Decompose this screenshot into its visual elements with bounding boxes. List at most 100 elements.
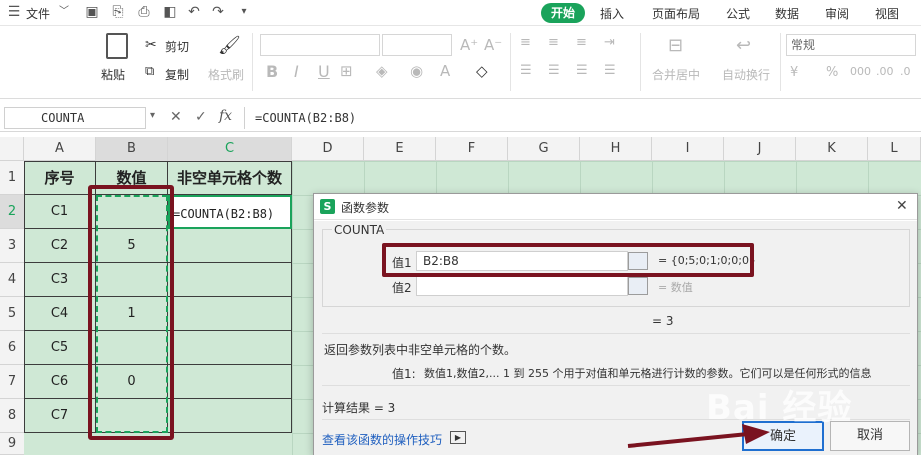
ok-button[interactable]: 确定 <box>742 421 824 451</box>
cell-a4[interactable]: C3 <box>24 263 96 297</box>
row-header-8[interactable]: 8 <box>0 399 24 433</box>
merge-icon[interactable]: ⊟ <box>668 35 683 56</box>
cell-c4[interactable] <box>168 263 292 297</box>
column-header-i[interactable]: I <box>652 137 724 161</box>
copy-button[interactable]: 复制 <box>165 66 189 83</box>
indent-icon[interactable]: ⇥ <box>604 35 615 50</box>
percent-icon[interactable]: % <box>826 65 838 80</box>
copy-icon[interactable]: ⧉ <box>145 64 154 79</box>
row-header-9[interactable]: 9 <box>0 433 24 455</box>
cancel-formula-icon[interactable]: ✕ <box>170 109 182 125</box>
function-tips-link[interactable]: 查看该函数的操作技巧 <box>322 431 442 448</box>
arg2-input[interactable] <box>416 276 628 296</box>
distribute-icon[interactable]: ☰ <box>604 63 616 78</box>
row-header-5[interactable]: 5 <box>0 297 24 331</box>
column-header-b[interactable]: B <box>96 137 168 161</box>
cell-b2[interactable] <box>96 195 168 229</box>
dialog-titlebar[interactable]: S 函数参数 ✕ <box>314 194 917 220</box>
arg2-range-picker-icon[interactable] <box>628 277 648 295</box>
cell-a6[interactable]: C5 <box>24 331 96 365</box>
align-top-icon[interactable]: ≡ <box>520 35 531 50</box>
cell-b7[interactable]: 0 <box>96 365 168 399</box>
cell-b5[interactable]: 1 <box>96 297 168 331</box>
column-header-c[interactable]: C <box>168 137 292 161</box>
cancel-button[interactable]: 取消 <box>830 421 910 451</box>
cut-button[interactable]: 剪切 <box>165 38 189 55</box>
font-size-combo[interactable] <box>382 34 452 56</box>
cell-a7[interactable]: C6 <box>24 365 96 399</box>
align-middle-icon[interactable]: ≡ <box>548 35 559 50</box>
align-bottom-icon[interactable]: ≡ <box>576 35 587 50</box>
number-format-combo[interactable]: 常规 <box>786 34 916 56</box>
cell-c6[interactable] <box>168 331 292 365</box>
row-header-6[interactable]: 6 <box>0 331 24 365</box>
format-painter-icon[interactable]: 🖌 <box>218 35 241 56</box>
paste-button[interactable]: 粘贴 <box>101 66 125 83</box>
paste-icon[interactable] <box>106 33 128 59</box>
cell-c7[interactable] <box>168 365 292 399</box>
wrap-text-button[interactable]: 自动换行 <box>722 66 770 83</box>
tab-review[interactable]: 审阅 <box>825 5 849 22</box>
column-header-h[interactable]: H <box>580 137 652 161</box>
export-icon[interactable]: ⎘ <box>110 4 126 20</box>
cell-c8[interactable] <box>168 399 292 433</box>
currency-icon[interactable]: ¥ <box>790 65 798 80</box>
file-menu[interactable]: 文件 <box>26 5 50 22</box>
column-header-d[interactable]: D <box>292 137 364 161</box>
column-header-f[interactable]: F <box>436 137 508 161</box>
name-box[interactable]: COUNTA <box>4 107 146 129</box>
fill-color-icon[interactable]: ◈ <box>376 62 388 80</box>
cell-b8[interactable] <box>96 399 168 433</box>
cell-c2-active[interactable]: =COUNTA(B2:B8) <box>168 195 292 229</box>
tab-view[interactable]: 视图 <box>875 5 899 22</box>
redo-icon[interactable]: ↷ <box>210 4 226 20</box>
hamburger-menu-icon[interactable]: ☰ <box>6 4 22 20</box>
insert-function-icon[interactable]: fx <box>219 108 232 124</box>
decrease-font-icon[interactable]: A⁻ <box>484 36 502 54</box>
cell-a3[interactable]: C2 <box>24 229 96 263</box>
font-color-a-icon[interactable]: A <box>440 62 450 80</box>
confirm-formula-icon[interactable]: ✓ <box>195 109 207 125</box>
formula-input[interactable]: =COUNTA(B2:B8) <box>244 107 921 129</box>
increase-decimal-icon[interactable]: .00 <box>876 65 894 78</box>
merge-center-button[interactable]: 合并居中 <box>652 66 700 83</box>
bold-icon[interactable]: B <box>266 62 278 81</box>
print-icon[interactable]: ⎙ <box>136 4 152 20</box>
scissors-icon[interactable]: ✂ <box>145 37 157 53</box>
arg1-range-picker-icon[interactable] <box>628 252 648 270</box>
align-left-icon[interactable]: ☰ <box>520 63 532 78</box>
cell-b6[interactable] <box>96 331 168 365</box>
video-icon[interactable]: ▶ <box>450 431 466 444</box>
format-painter-button[interactable]: 格式刷 <box>208 66 244 83</box>
font-name-combo[interactable] <box>260 34 380 56</box>
chevron-down-icon[interactable]: ﹀ <box>56 4 72 20</box>
clear-format-icon[interactable]: ◇ <box>476 62 488 80</box>
more-icon[interactable]: ▾ <box>236 4 252 20</box>
arg1-input[interactable]: B2:B8 <box>416 251 628 271</box>
align-right-icon[interactable]: ☰ <box>576 63 588 78</box>
increase-font-icon[interactable]: A⁺ <box>460 36 478 54</box>
decrease-decimal-icon[interactable]: .0 <box>900 65 911 78</box>
underline-icon[interactable]: U <box>318 62 330 81</box>
tab-formulas[interactable]: 公式 <box>726 5 750 22</box>
close-icon[interactable]: ✕ <box>896 198 908 214</box>
print-preview-icon[interactable]: ◧ <box>162 4 178 20</box>
italic-icon[interactable]: I <box>294 62 299 81</box>
tab-insert[interactable]: 插入 <box>600 5 624 22</box>
row-header-4[interactable]: 4 <box>0 263 24 297</box>
wrap-text-icon[interactable]: ↩ <box>736 35 751 56</box>
row-header-2[interactable]: 2 <box>0 195 24 229</box>
row-header-3[interactable]: 3 <box>0 229 24 263</box>
column-header-a[interactable]: A <box>24 137 96 161</box>
column-header-l[interactable]: L <box>868 137 921 161</box>
row-header-1[interactable]: 1 <box>0 161 24 195</box>
column-header-g[interactable]: G <box>508 137 580 161</box>
column-header-j[interactable]: J <box>724 137 796 161</box>
align-center-icon[interactable]: ☰ <box>548 63 560 78</box>
tab-page-layout[interactable]: 页面布局 <box>652 5 700 22</box>
undo-icon[interactable]: ↶ <box>186 4 202 20</box>
column-header-e[interactable]: E <box>364 137 436 161</box>
cell-b3[interactable]: 5 <box>96 229 168 263</box>
cell-b4[interactable] <box>96 263 168 297</box>
row-header-7[interactable]: 7 <box>0 365 24 399</box>
